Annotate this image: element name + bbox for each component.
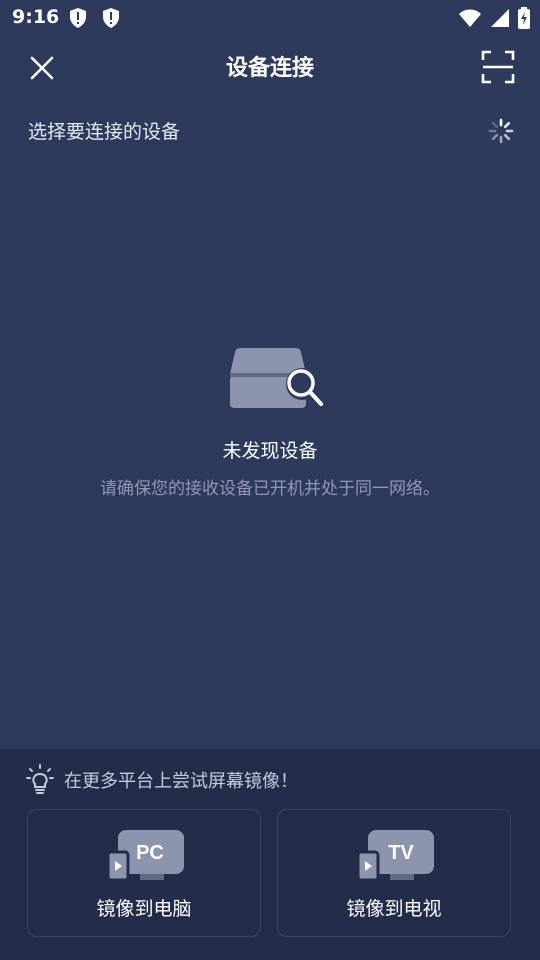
tv-badge: TV [388, 842, 414, 864]
tv-monitor-icon: TV [356, 828, 434, 888]
top-bar: 设备连接 [0, 40, 540, 94]
loading-spinner-icon [488, 118, 514, 144]
mirror-to-pc-label: 镜像到电脑 [96, 898, 192, 920]
scan-button[interactable] [481, 50, 515, 84]
mirror-to-pc-button[interactable]: PC 镜像到电脑 [27, 809, 261, 937]
status-time: 9:16 [12, 6, 60, 28]
shield-alert-icon [68, 7, 88, 33]
cell-signal-icon [490, 8, 510, 32]
scan-icon [481, 50, 515, 84]
shield-alert-icon [101, 7, 121, 33]
empty-state-description: 请确保您的接收设备已开机并处于同一网络。 [100, 479, 440, 499]
mirror-to-tv-button[interactable]: TV 镜像到电视 [277, 809, 511, 937]
mirror-tip-text: 在更多平台上尝试屏幕镜像！ [64, 771, 298, 792]
no-device-illustration [228, 344, 328, 416]
pc-monitor-icon: PC [106, 828, 184, 888]
device-list-label: 选择要连接的设备 [28, 121, 181, 143]
status-bar: 9:16 [0, 0, 540, 36]
page-title: 设备连接 [225, 56, 314, 81]
battery-icon [518, 7, 530, 33]
mirror-to-tv-label: 镜像到电视 [346, 898, 442, 920]
empty-state-title: 未发现设备 [222, 440, 318, 462]
pc-badge: PC [136, 842, 164, 864]
wifi-icon [458, 8, 482, 32]
lightbulb-icon [26, 764, 54, 798]
